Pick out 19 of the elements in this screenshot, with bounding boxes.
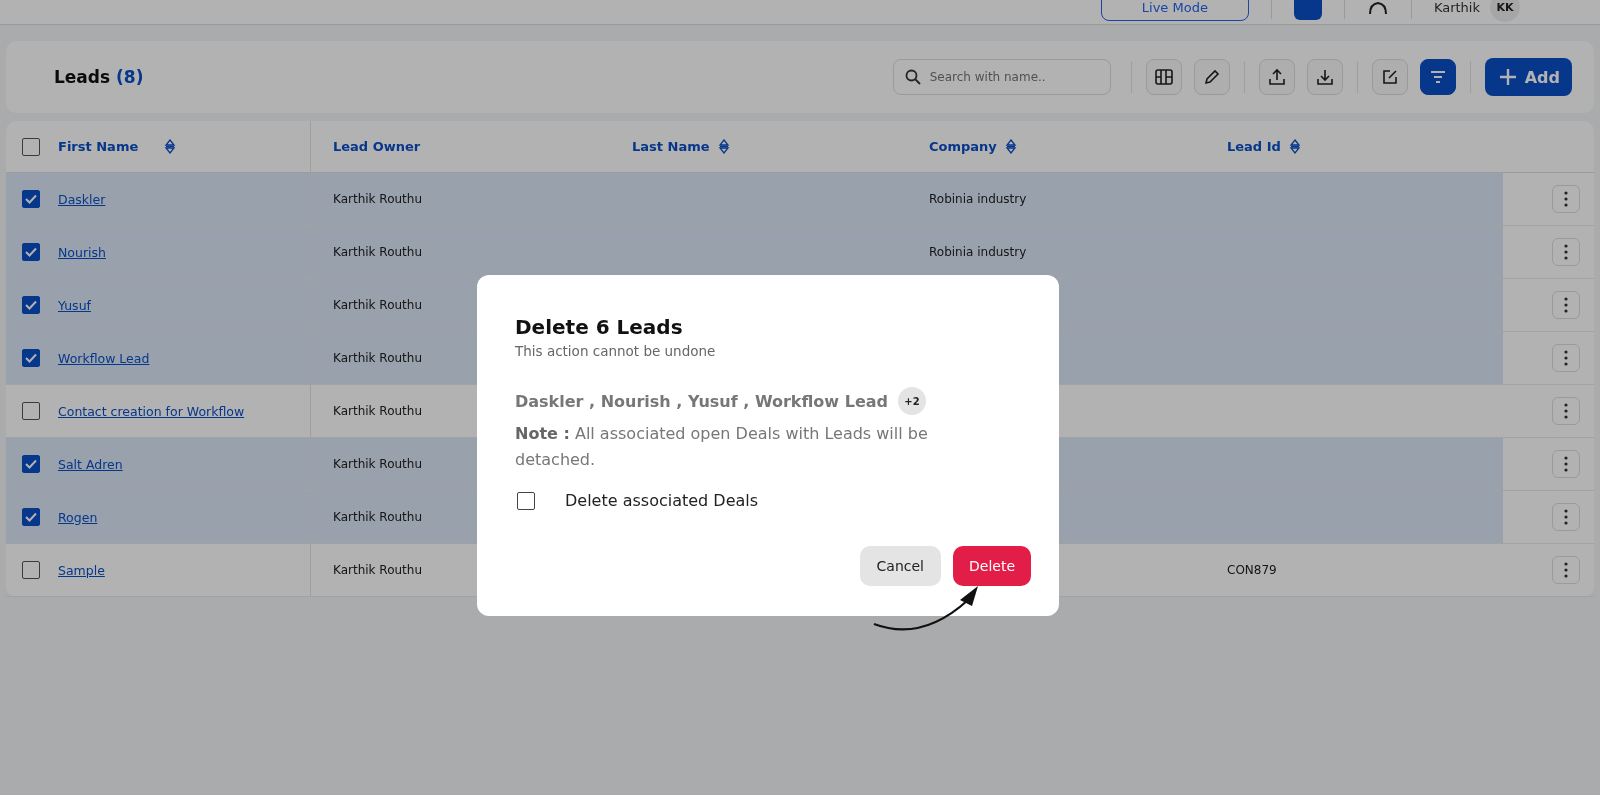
table-cell: Karthik Routhu xyxy=(333,245,422,259)
table-cell: Robinia industry xyxy=(929,245,1027,259)
table-cell: Karthik Routhu xyxy=(333,404,422,418)
table-cell: Robinia industry xyxy=(929,192,1027,206)
table-cell: Karthik Routhu xyxy=(333,298,422,312)
lead-names: Daskler , Nourish , Yusuf , Workflow Lead xyxy=(515,391,888,411)
table-cell: Karthik Routhu xyxy=(333,457,422,471)
user-name: Karthik xyxy=(1433,0,1480,15)
table-cell: Karthik Routhu xyxy=(333,563,422,577)
checkbox-label: Delete associated Deals xyxy=(565,491,759,510)
table-cell: CON879 xyxy=(1227,563,1277,577)
more-count-badge: +2 xyxy=(898,387,926,415)
dialog-title: Delete 6 Leads xyxy=(515,315,684,339)
table-cell: Karthik Routhu xyxy=(333,510,422,524)
page-title: Leads (8) xyxy=(54,67,144,87)
table-cell: Karthik Routhu xyxy=(333,192,422,206)
note-text: Note : All associated open Deals with Leads will be detached. xyxy=(515,423,929,471)
dialog-subtitle: This action cannot be undone xyxy=(515,343,717,359)
table-cell: Karthik Routhu xyxy=(333,351,422,365)
